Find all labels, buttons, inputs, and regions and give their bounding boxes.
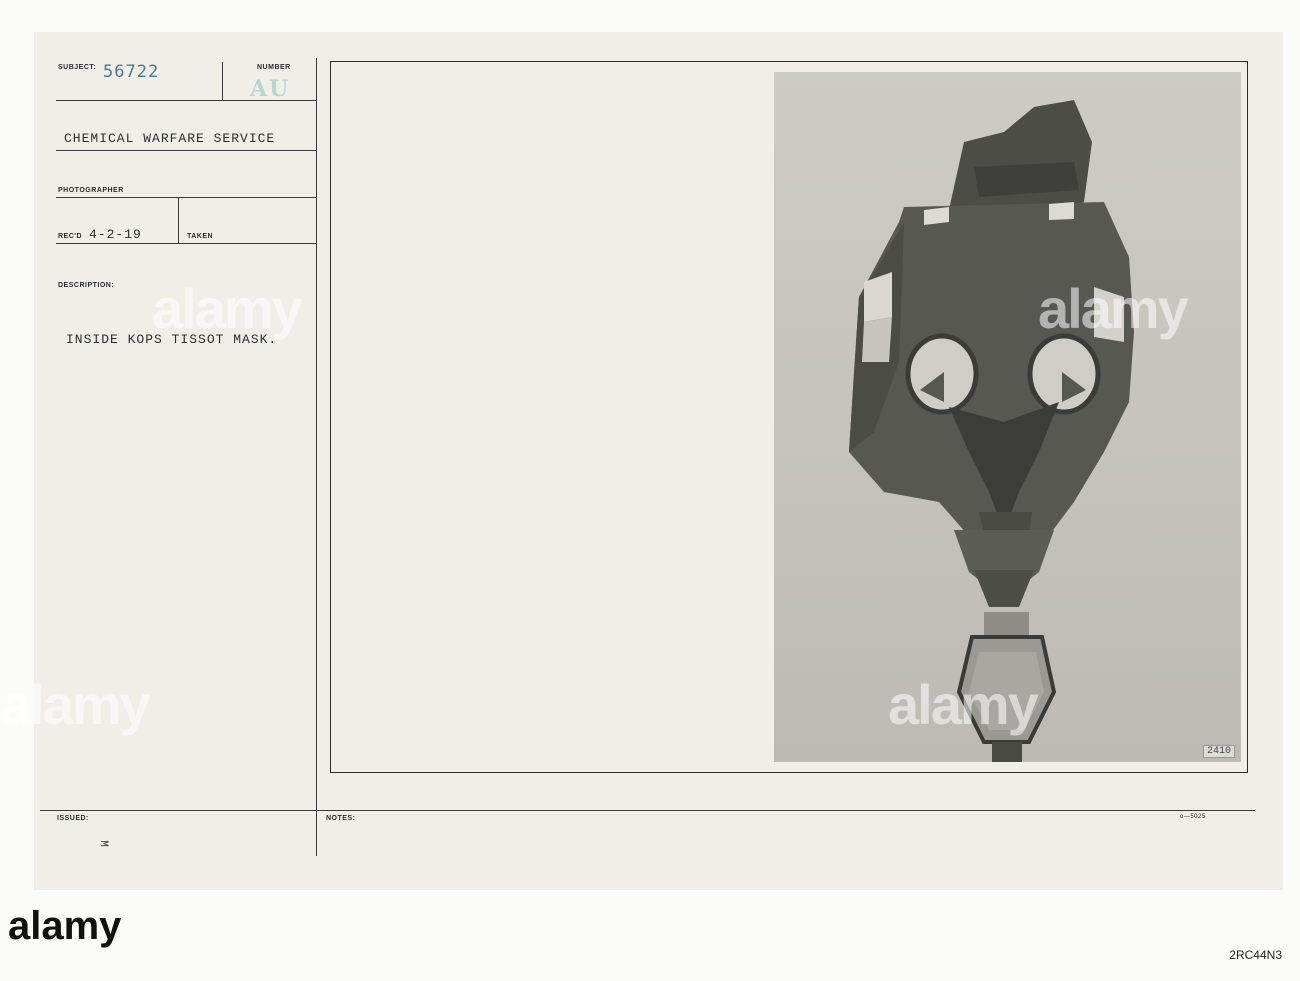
negative-number: 2410 <box>1202 745 1235 758</box>
watermark: alamy <box>888 673 1039 736</box>
subject-label: SUBJECT: <box>58 64 97 71</box>
number-label: NUMBER <box>257 64 291 71</box>
notes-rule <box>40 810 1255 811</box>
issued-label: ISSUED: <box>57 815 89 822</box>
image-id: 2RC44N3 <box>1229 948 1282 962</box>
description-label: DESCRIPTION: <box>58 282 115 289</box>
taken-label: TAKEN <box>187 233 214 240</box>
recd-label: REC'D <box>58 233 82 240</box>
divider <box>222 62 223 100</box>
issued-mark: M <box>96 840 109 848</box>
service-name: CHEMICAL WARFARE SERVICE <box>64 131 276 146</box>
column-divider <box>316 58 317 856</box>
recd-date: 4-2-19 <box>89 227 142 242</box>
watermark: alamy <box>152 277 303 340</box>
footer-band <box>0 890 1300 981</box>
subject-number: 56722 <box>103 62 160 82</box>
divider <box>56 197 316 198</box>
photographer-label: PHOTOGRAPHER <box>58 187 124 194</box>
alamy-logo: alamy <box>8 904 122 948</box>
divider <box>56 243 316 244</box>
form-code: o—5025 <box>1180 814 1206 820</box>
divider <box>178 197 179 243</box>
gas-mask-icon <box>849 100 1134 762</box>
watermark: alamy <box>1038 277 1189 340</box>
gas-mask-photo: 2410 <box>774 72 1241 762</box>
watermark: alamy <box>0 673 151 736</box>
divider <box>56 150 316 151</box>
notes-label: NOTES: <box>326 815 356 822</box>
number-value: AU <box>250 76 291 102</box>
